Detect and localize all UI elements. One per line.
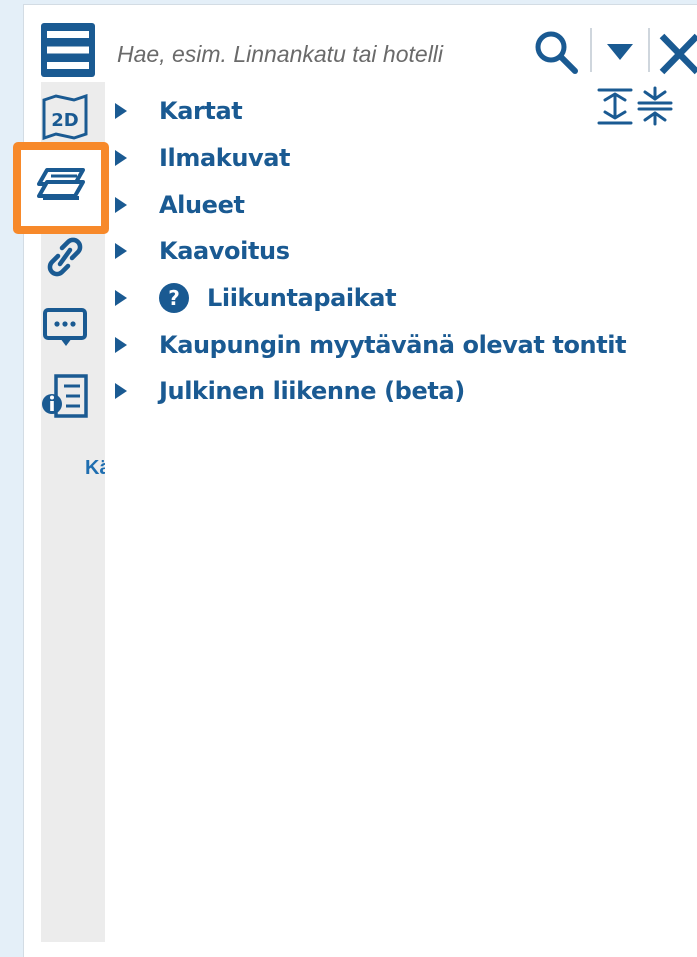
link-icon [47,237,83,277]
tree-item-julkinen-liikenne[interactable]: Julkinen liikenne (beta) [110,368,626,415]
search-options-dropdown[interactable] [600,32,640,76]
tree-item-kartat[interactable]: Kartat [110,88,626,135]
tree-item-label: Kaupungin myytävänä olevat tontit [159,330,627,359]
map-2d-icon: 2D [42,94,88,141]
search-button[interactable] [532,28,580,80]
tree-item-ilmakuvat[interactable]: Ilmakuvat [110,135,626,182]
feedback-button[interactable] [37,302,93,352]
svg-text:2D: 2D [51,110,78,131]
sidebar-caption[interactable]: Kä [85,457,105,480]
layers-button[interactable] [33,162,89,212]
tree-item-alueet[interactable]: Alueet [110,181,626,228]
expand-triangle-icon[interactable] [115,103,127,120]
tree-item-kaavoitus[interactable]: Kaavoitus [110,228,626,275]
tree-item-label: Alueet [159,190,245,219]
tree-item-label: Julkinen liikenne (beta) [159,377,465,406]
hamburger-menu-button[interactable] [41,23,95,77]
tree-item-label: Ilmakuvat [159,144,291,173]
close-button[interactable] [656,28,697,80]
speech-bubble-icon [43,308,87,346]
expand-triangle-icon[interactable] [115,196,127,213]
tree-item-label: Liikuntapaikat [207,284,397,313]
search-icon [535,31,578,74]
tree-item-label: Kaavoitus [159,237,290,266]
search-input[interactable] [117,30,525,78]
question-icon[interactable]: ? [159,283,189,314]
info-list-icon [42,374,88,418]
expand-triangle-icon[interactable] [115,290,127,307]
hamburger-menu-icon [47,31,89,69]
expand-triangle-icon[interactable] [115,150,127,167]
layers-icon [37,168,85,200]
toolbar-separator [590,28,592,72]
close-icon [659,33,697,75]
tree-item-liikuntapaikat[interactable]: ? Liikuntapaikat [110,275,626,322]
caret-down-icon [607,44,633,60]
tree-item-tontit[interactable]: Kaupungin myytävänä olevat tontit [110,321,627,368]
expand-triangle-icon[interactable] [115,383,127,400]
expand-triangle-icon[interactable] [115,243,127,260]
collapse-all-icon [637,86,673,126]
expand-triangle-icon[interactable] [115,336,127,353]
map-2d-button[interactable]: 2D [37,94,93,144]
toolbar-separator [648,28,650,72]
layer-tree: Kartat Ilmakuvat Alueet Kaavoitus ? Liik… [110,88,627,415]
collapse-all-button[interactable] [636,86,674,130]
link-button[interactable] [37,232,93,282]
info-list-button[interactable] [37,372,93,422]
tree-item-label: Kartat [159,97,243,126]
